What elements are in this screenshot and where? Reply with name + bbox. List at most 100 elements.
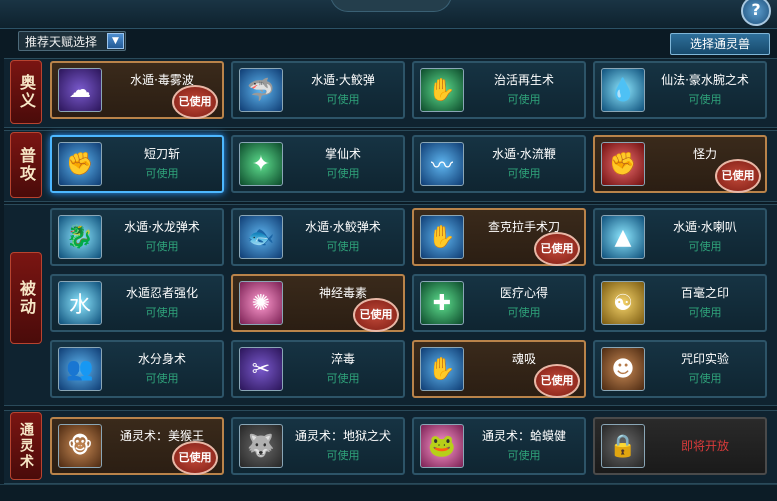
skill-status: 可使用 <box>507 93 541 106</box>
skill-card[interactable]: ✦ 掌仙术 可使用 <box>231 135 405 193</box>
skill-status: 可使用 <box>507 306 541 319</box>
skill-card[interactable]: 🐺 通灵术：地狱之犬 可使用 <box>231 417 405 475</box>
title-ornament <box>330 0 452 12</box>
skill-name: 水遁·水鲛弹术 <box>305 220 381 234</box>
seal-face-icon: ☯ <box>601 281 645 325</box>
skill-status: 可使用 <box>326 449 360 462</box>
skill-status: 可使用 <box>145 167 179 180</box>
water-kanji-icon: 水 <box>58 281 102 325</box>
skill-name: 掌仙术 <box>324 147 361 161</box>
used-stamp: 已使用 <box>715 159 761 193</box>
shark-icon: 🦈 <box>239 68 283 112</box>
water-arm-icon: 💧 <box>601 68 645 112</box>
coming-soon-label: 即将开放 <box>680 439 729 453</box>
skill-name: 水遁·水龙弹术 <box>124 220 200 234</box>
skill-status: 可使用 <box>326 167 360 180</box>
skill-name: 医疗心得 <box>499 286 548 300</box>
chakra-scalpel-icon: ✋ <box>420 215 464 259</box>
skill-card[interactable]: 👥 水分身术 可使用 <box>50 340 224 398</box>
skill-card[interactable]: 💧 仙法·豪水腕之术 可使用 <box>593 61 767 119</box>
skill-name: 水分身术 <box>137 352 186 366</box>
used-stamp: 已使用 <box>172 441 218 475</box>
fist-icon: ✊ <box>58 142 102 186</box>
skill-card[interactable]: ✋ 治活再生术 可使用 <box>412 61 586 119</box>
skill-card[interactable]: 〰 水遁·水流鞭 可使用 <box>412 135 586 193</box>
medical-scroll-icon: ✚ <box>420 281 464 325</box>
skill-status: 可使用 <box>145 240 179 253</box>
water-whip-icon: 〰 <box>420 142 464 186</box>
skill-card[interactable]: ✋ 查克拉手术刀 已使用 <box>412 208 586 266</box>
skill-name: 仙法·豪水腕之术 <box>661 73 749 87</box>
skill-name: 治活再生术 <box>493 73 554 87</box>
skill-card[interactable]: ☁ 水遁·毒雾波 已使用 <box>50 61 224 119</box>
red-fist-icon: ✊ <box>601 142 645 186</box>
select-summon-button[interactable]: 选择通灵兽 <box>670 33 770 55</box>
used-stamp: 已使用 <box>534 364 580 398</box>
skill-status: 可使用 <box>688 240 722 253</box>
skill-name: 百毫之印 <box>680 286 729 300</box>
section-label-summon: 通灵术 <box>10 412 42 480</box>
monkey-king-icon: 🐵 <box>58 424 102 468</box>
skill-status: 可使用 <box>326 240 360 253</box>
skill-name: 淬毒 <box>330 352 355 366</box>
skill-card[interactable]: ☻ 咒印实验 可使用 <box>593 340 767 398</box>
section-label-ougi: 奥义 <box>10 60 42 124</box>
skill-status: 可使用 <box>326 372 360 385</box>
skill-card[interactable]: 🐵 通灵术：美猴王 已使用 <box>50 417 224 475</box>
skill-card[interactable]: ✋ 魂吸 已使用 <box>412 340 586 398</box>
skill-card[interactable]: ✊ 怪力 已使用 <box>593 135 767 193</box>
water-shark-icon: 🐟 <box>239 215 283 259</box>
chevron-down-icon[interactable]: ▼ <box>107 33 124 49</box>
skill-card[interactable]: ✂ 淬毒 可使用 <box>231 340 405 398</box>
skill-name: 水遁·大鲛弹 <box>311 73 375 87</box>
toad-icon: 🐸 <box>420 424 464 468</box>
skill-name: 水遁忍者强化 <box>125 286 198 300</box>
skill-card[interactable]: ✚ 医疗心得 可使用 <box>412 274 586 332</box>
skill-card[interactable]: ☯ 百毫之印 可使用 <box>593 274 767 332</box>
skill-card[interactable]: ✺ 神经毒素 已使用 <box>231 274 405 332</box>
skill-card[interactable]: 🐸 通灵术：蛤蟆健 可使用 <box>412 417 586 475</box>
skill-name: 咒印实验 <box>680 352 729 366</box>
skill-status: 可使用 <box>507 449 541 462</box>
poison-mist-icon: ☁ <box>58 68 102 112</box>
used-stamp: 已使用 <box>353 298 399 332</box>
water-dragon-icon: 🐉 <box>58 215 102 259</box>
skill-name: 通灵术：蛤蟆健 <box>481 429 566 443</box>
skill-name: 短刀斩 <box>143 147 180 161</box>
skill-name: 水遁·水喇叭 <box>673 220 737 234</box>
skill-status: 可使用 <box>145 372 179 385</box>
lock-icon: 🔒 <box>601 424 645 468</box>
skill-status: 可使用 <box>688 306 722 319</box>
section-label-attack: 普攻 <box>10 132 42 198</box>
skill-name: 通灵术：地狱之犬 <box>294 429 391 443</box>
skill-status: 可使用 <box>326 93 360 106</box>
skill-status: 可使用 <box>688 372 722 385</box>
skill-name: 水遁·水流鞭 <box>492 147 556 161</box>
skill-status: 可使用 <box>145 306 179 319</box>
skill-status: 可使用 <box>688 93 722 106</box>
used-stamp: 已使用 <box>534 232 580 266</box>
hell-dog-icon: 🐺 <box>239 424 283 468</box>
skill-card[interactable]: 水 水遁忍者强化 可使用 <box>50 274 224 332</box>
skill-status: 可使用 <box>507 167 541 180</box>
palm-healing-icon: ✦ <box>239 142 283 186</box>
skill-card[interactable]: 🐟 水遁·水鲛弹术 可使用 <box>231 208 405 266</box>
section-label-passive: 被动 <box>10 252 42 344</box>
used-stamp: 已使用 <box>172 85 218 119</box>
locked-card: 🔒 即将开放 <box>593 417 767 475</box>
skill-card[interactable]: ▲ 水遁·水喇叭 可使用 <box>593 208 767 266</box>
healing-hand-icon: ✋ <box>420 68 464 112</box>
curse-mark-icon: ☻ <box>601 347 645 391</box>
brain-icon: ✺ <box>239 281 283 325</box>
bottom-bar <box>0 484 777 501</box>
skill-card[interactable]: 🦈 水遁·大鲛弹 可使用 <box>231 61 405 119</box>
water-spikes-icon: ▲ <box>601 215 645 259</box>
soul-absorb-icon: ✋ <box>420 347 464 391</box>
skill-card[interactable]: ✊ 短刀斩 可使用 <box>50 135 224 193</box>
water-clone-icon: 👥 <box>58 347 102 391</box>
help-button[interactable]: ? <box>741 0 771 26</box>
skill-card[interactable]: 🐉 水遁·水龙弹术 可使用 <box>50 208 224 266</box>
top-bar: ? <box>0 0 777 29</box>
talent-recommend-dropdown[interactable]: 推荐天赋选择 ▼ <box>18 31 126 51</box>
talent-recommend-label: 推荐天赋选择 <box>25 35 98 49</box>
